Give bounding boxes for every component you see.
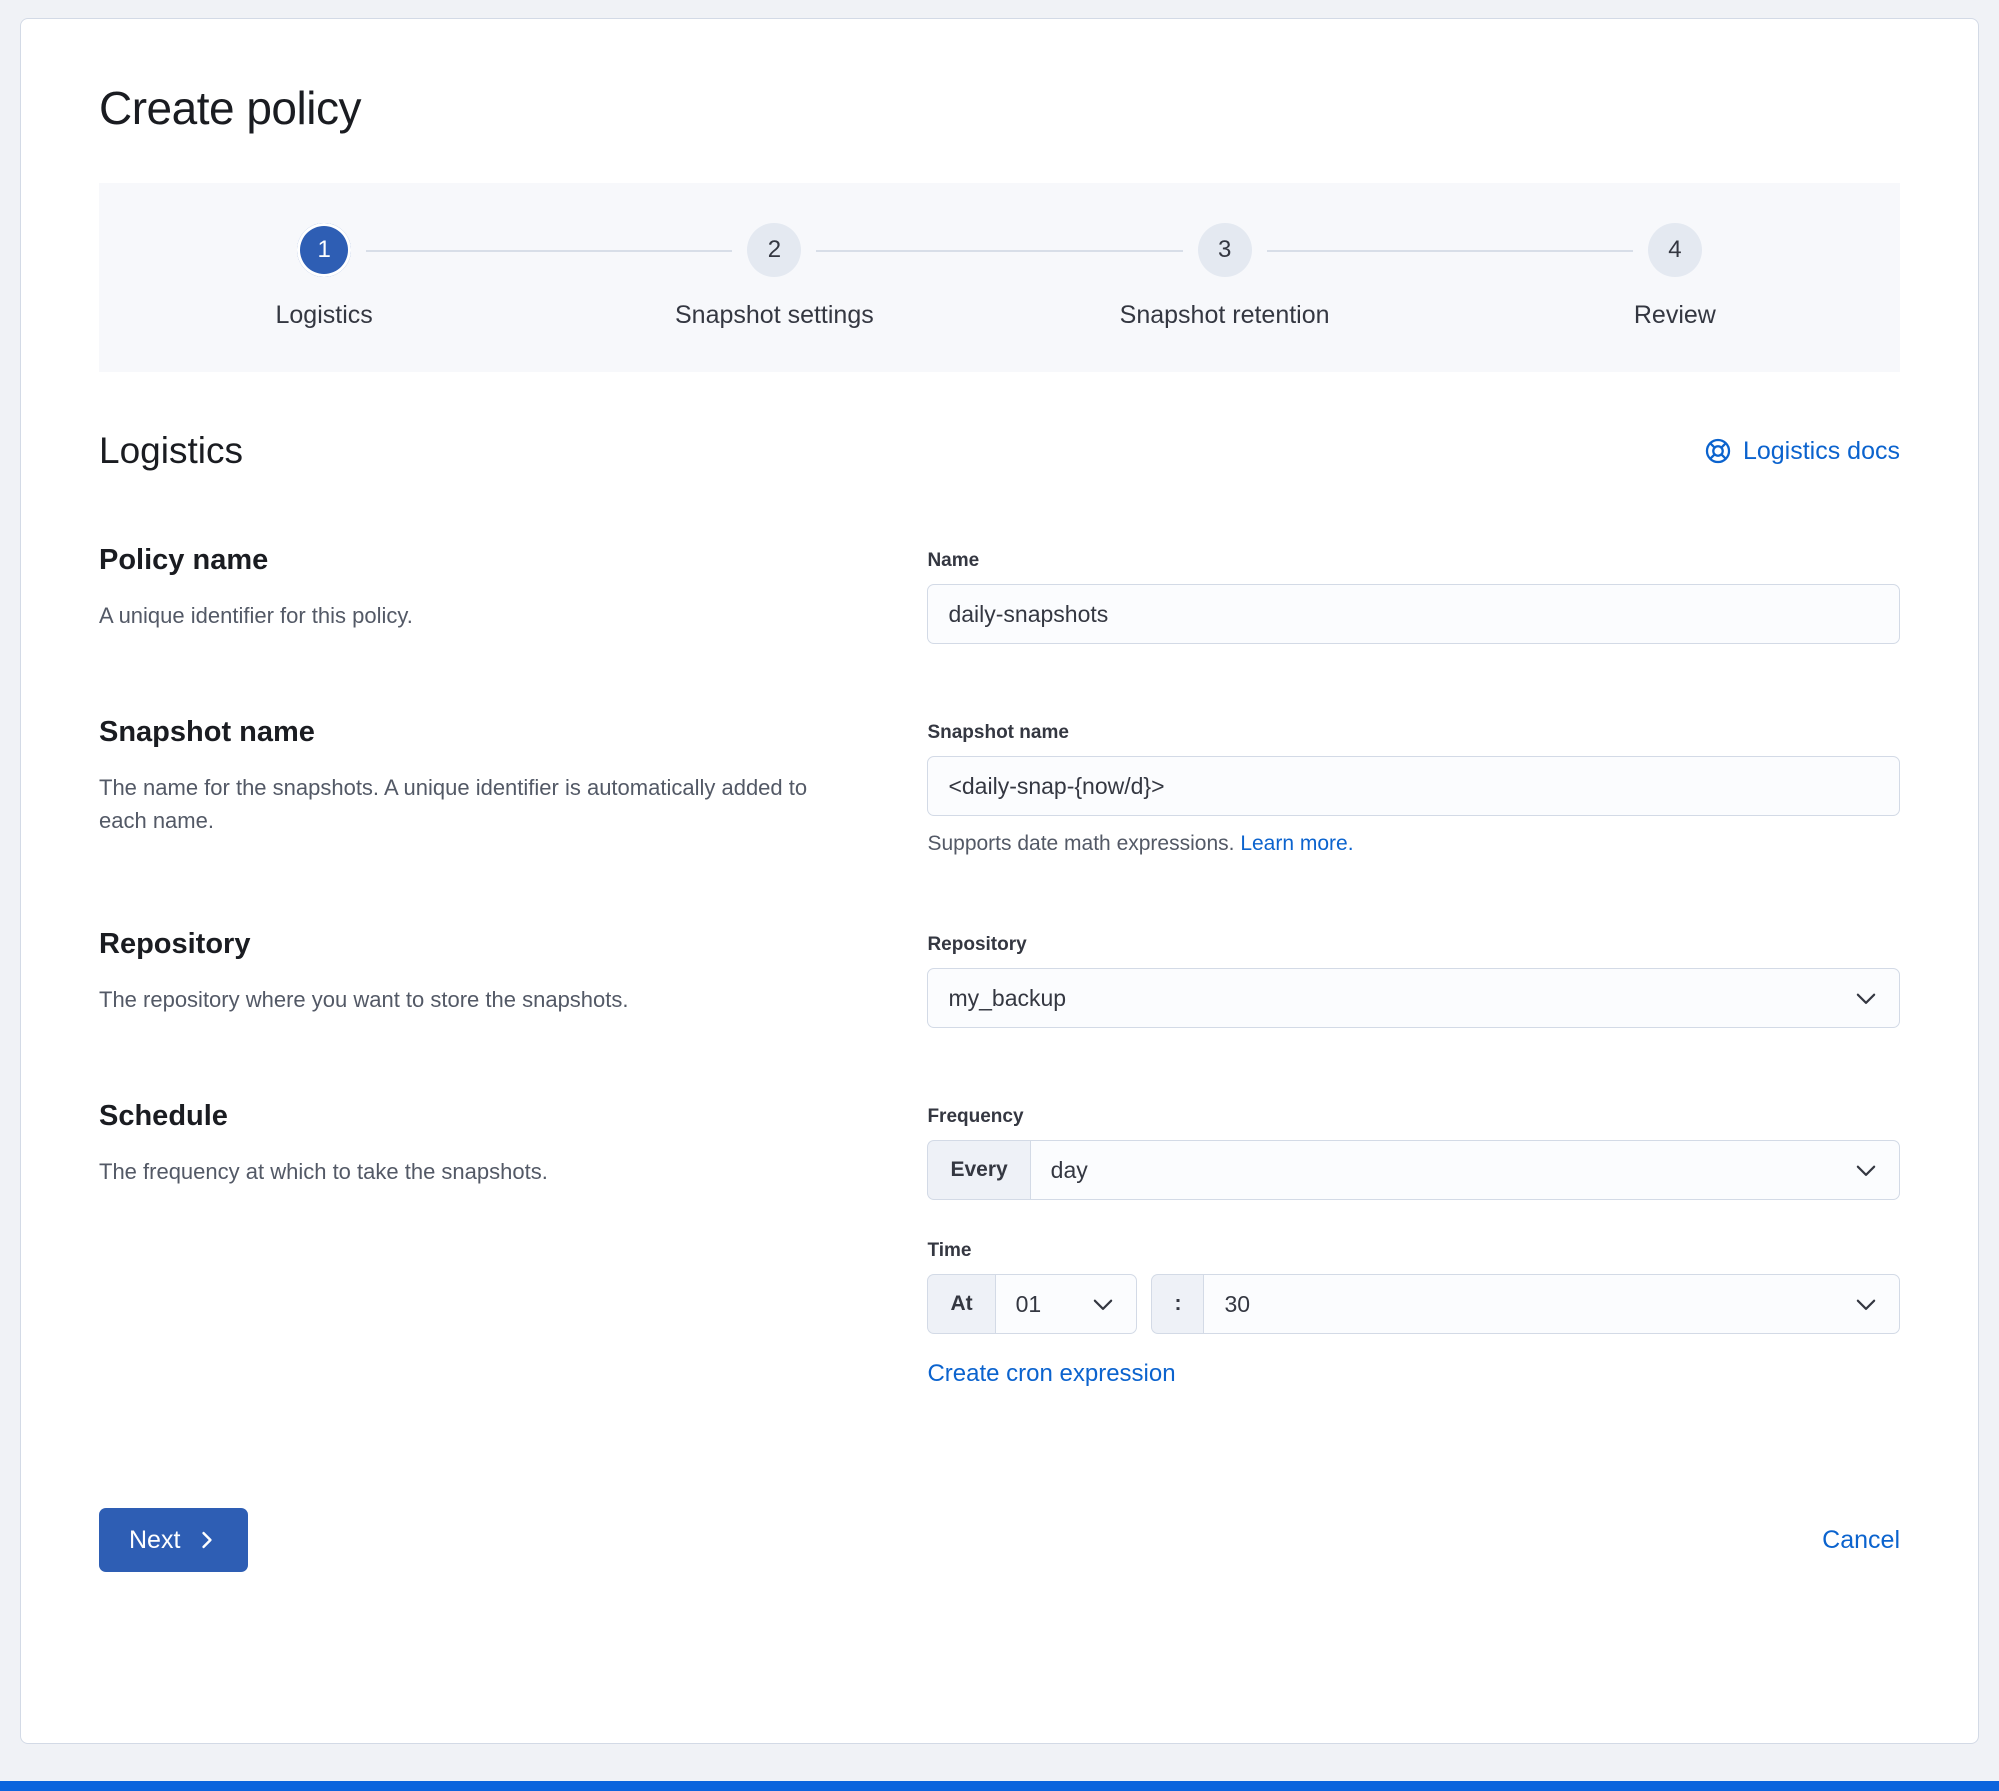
time-separator: : [1151,1274,1204,1334]
learn-more-link[interactable]: Learn more. [1240,832,1353,855]
hour-control: At 01 [927,1274,1138,1334]
frequency-prepend-label: Every [927,1140,1030,1200]
minute-select[interactable]: 30 [1203,1274,1900,1334]
footer-actions: Next Cancel [99,1508,1900,1572]
chevron-right-icon [196,1529,218,1551]
repository-select[interactable]: my_backup [927,968,1900,1028]
minute-control: : 30 [1151,1274,1900,1334]
bottom-accent-bar [0,1781,1999,1791]
repository-info: Repository The repository where you want… [99,928,927,1028]
logistics-docs-link[interactable]: Logistics docs [1704,437,1900,466]
repository-field-group: Repository my_backup [927,928,1900,1028]
chevron-down-icon [1853,985,1879,1011]
policy-name-info: Policy name A unique identifier for this… [99,544,927,644]
name-field-label: Name [927,550,980,571]
frequency-select-value: day [1050,1156,1088,1183]
repository-select-value: my_backup [948,984,1067,1011]
minute-select-value: 30 [1224,1290,1251,1317]
step-number: 1 [297,223,352,277]
snapshot-name-field-group: Snapshot name Supports date math express… [927,716,1900,856]
step-number: 3 [1197,223,1252,277]
step-review[interactable]: 4 Review [1449,223,1900,330]
snapshot-name-description: The name for the snapshots. A unique ide… [99,775,808,833]
frequency-select[interactable]: day [1029,1140,1900,1200]
policy-name-input[interactable] [927,584,1900,644]
frequency-field-label: Frequency [927,1106,1024,1127]
step-label: Logistics [275,301,373,329]
step-snapshot-settings[interactable]: 2 Snapshot settings [549,223,1000,330]
chevron-down-icon [1853,1157,1879,1183]
step-number: 4 [1647,223,1702,277]
snapshot-name-field-label: Snapshot name [927,722,1069,743]
form-row-repository: Repository The repository where you want… [99,928,1900,1028]
help-icon [1704,437,1732,465]
frequency-field: Frequency Every day [927,1106,1900,1200]
docs-link-label: Logistics docs [1742,436,1900,465]
step-logistics[interactable]: 1 Logistics [99,223,550,330]
repository-heading: Repository [99,928,251,960]
schedule-heading: Schedule [99,1100,228,1132]
create-policy-card: Create policy 1 Logistics 2 Snapshot set… [20,18,1979,1744]
snapshot-name-info: Snapshot name The name for the snapshots… [99,716,927,856]
form-row-snapshot-name: Snapshot name The name for the snapshots… [99,716,1900,856]
chevron-down-icon [1090,1291,1116,1317]
cancel-link[interactable]: Cancel [1822,1526,1900,1555]
time-prepend-label: At [927,1274,995,1334]
next-button[interactable]: Next [99,1508,249,1572]
repository-field-label: Repository [927,934,1027,955]
repository-description: The repository where you want to store t… [99,987,629,1012]
form-row-schedule: Schedule The frequency at which to take … [99,1100,1900,1388]
time-field: Time At 01 : 30 Create cron expression [927,1240,1900,1388]
time-field-label: Time [927,1240,972,1261]
snapshot-name-help: Supports date math expressions. Learn mo… [927,832,1900,856]
policy-name-description: A unique identifier for this policy. [99,603,413,628]
help-text: Supports date math expressions. [927,832,1235,855]
snapshot-name-input[interactable] [927,756,1900,816]
page-title: Create policy [99,82,361,134]
step-number: 2 [747,223,802,277]
snapshot-name-heading: Snapshot name [99,716,315,748]
step-label: Snapshot settings [675,301,874,329]
section-header: Logistics Logistics docs [99,430,1900,472]
step-label: Snapshot retention [1119,301,1330,329]
stepper: 1 Logistics 2 Snapshot settings 3 Snapsh… [99,183,1900,372]
schedule-field-group: Frequency Every day Time At 01: 30 Crea… [927,1100,1900,1388]
schedule-info: Schedule The frequency at which to take … [99,1100,927,1388]
schedule-description: The frequency at which to take the snaps… [99,1159,548,1184]
next-button-label: Next [129,1525,181,1554]
step-label: Review [1633,301,1716,329]
create-cron-expression-link[interactable]: Create cron expression [927,1360,1175,1388]
hour-select[interactable]: 01 [994,1274,1138,1334]
policy-name-field-group: Name [927,544,1900,644]
form-row-policy-name: Policy name A unique identifier for this… [99,544,1900,644]
frequency-control: Every day [927,1140,1900,1200]
time-controls: At 01 : 30 [927,1274,1900,1334]
hour-select-value: 01 [1015,1290,1042,1317]
step-snapshot-retention[interactable]: 3 Snapshot retention [999,223,1451,330]
policy-name-heading: Policy name [99,544,269,576]
section-title: Logistics [99,430,243,471]
chevron-down-icon [1853,1291,1879,1317]
